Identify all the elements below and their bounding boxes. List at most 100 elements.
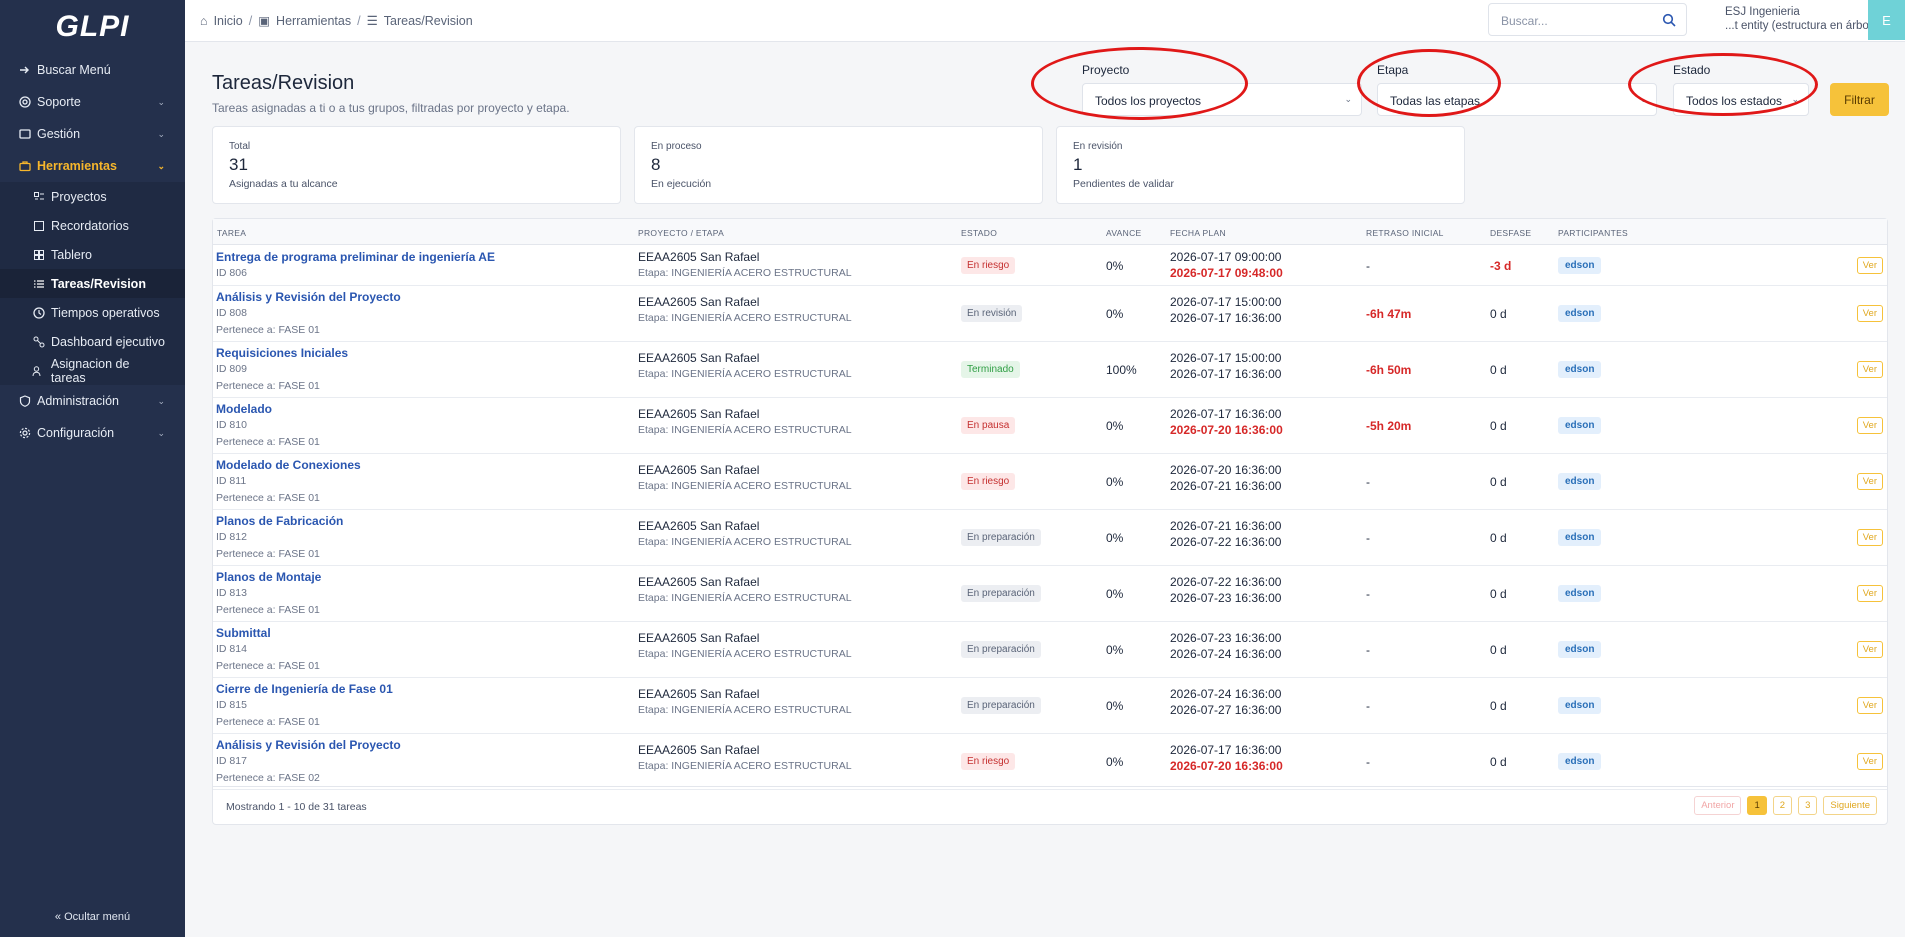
sidebar-item-asignacion-tareas[interactable]: Asignacion de tareas <box>0 356 185 385</box>
etapa-select[interactable]: Todas las etapas ⌄ <box>1377 83 1657 116</box>
task-name-link[interactable]: Análisis y Revisión del Proyecto <box>216 738 401 752</box>
status-badge: En preparación <box>961 697 1041 714</box>
view-button[interactable]: Ver <box>1856 753 1883 770</box>
participant-badge[interactable]: edson <box>1558 417 1602 434</box>
plan-date-start: 2026-07-17 15:00:00 <box>1170 295 1282 309</box>
sidebar-item-tablero[interactable]: Tablero <box>0 240 185 269</box>
participant-badge[interactable]: edson <box>1558 257 1602 274</box>
breadcrumb-home[interactable]: Inicio <box>214 14 243 28</box>
sidebar-item-buscar-menu[interactable]: Buscar Menú <box>0 54 185 86</box>
chevron-down-icon: ⌄ <box>1791 94 1799 104</box>
filter-button[interactable]: Filtrar <box>1830 83 1889 116</box>
sidebar-item-administracion[interactable]: Administración ⌄ <box>0 385 185 417</box>
page-button[interactable]: 3 <box>1798 796 1818 815</box>
plan-date-end: 2026-07-27 16:36:00 <box>1170 703 1282 717</box>
view-button[interactable]: Ver <box>1856 529 1883 546</box>
search-icon[interactable] <box>1662 13 1676 27</box>
column-header[interactable]: Participantes <box>1558 228 1628 238</box>
stat-desc: Asignadas a tu alcance <box>229 178 338 190</box>
briefcase-icon: ▣ <box>258 14 271 28</box>
column-header[interactable]: Fecha plan <box>1170 228 1226 238</box>
breadcrumb-current[interactable]: Tareas/Revision <box>384 14 473 28</box>
task-name-link[interactable]: Cierre de Ingeniería de Fase 01 <box>216 682 393 696</box>
view-button[interactable]: Ver <box>1856 361 1883 378</box>
table-row[interactable]: Modelado ID 810 Pertenece a: FASE 01 EEAA26… <box>213 398 1887 454</box>
proyecto-select[interactable]: Todos los proyectos ⌄ <box>1082 83 1362 116</box>
task-name-link[interactable]: Submittal <box>216 626 271 640</box>
task-name-link[interactable]: Modelado de Conexiones <box>216 458 361 472</box>
sidebar-item-label: Soporte <box>37 95 81 109</box>
participant-badge[interactable]: edson <box>1558 641 1602 658</box>
view-button[interactable]: Ver <box>1856 257 1883 274</box>
page-button[interactable]: 1 <box>1747 796 1767 815</box>
table-row[interactable]: Cierre de Ingeniería de Fase 01 ID 815 Per… <box>213 678 1887 734</box>
column-header[interactable]: Retraso inicial <box>1366 228 1444 238</box>
participant-badge[interactable]: edson <box>1558 305 1602 322</box>
column-header[interactable]: Tarea <box>217 228 246 238</box>
table-row[interactable]: Planos de Fabricación ID 812 Pertenece a: … <box>213 510 1887 566</box>
column-header[interactable]: Proyecto / Etapa <box>638 228 724 238</box>
sidebar-item-tiempos-operativos[interactable]: Tiempos operativos <box>0 298 185 327</box>
table-row[interactable]: Entrega de programa preliminar de ingeni… <box>213 246 1887 286</box>
breadcrumb-tools[interactable]: Herramientas <box>276 14 351 28</box>
participant-badge[interactable]: edson <box>1558 585 1602 602</box>
stat-card-en-proceso: En proceso 8 En ejecución <box>634 126 1043 204</box>
task-parent: Pertenece a: FASE 01 <box>216 548 320 560</box>
plan-date-start: 2026-07-22 16:36:00 <box>1170 575 1282 589</box>
sidebar-item-configuracion[interactable]: Configuración ⌄ <box>0 417 185 449</box>
project-name: EEAA2605 San Rafael <box>638 351 760 365</box>
breadcrumb: ⌂ Inicio / ▣ Herramientas / ☰ Tareas/Rev… <box>200 13 473 29</box>
table-row[interactable]: Modelado de Conexiones ID 811 Pertenece a:… <box>213 454 1887 510</box>
page-button[interactable]: 2 <box>1772 796 1793 815</box>
sidebar-item-gestion[interactable]: Gestión ⌄ <box>0 118 185 150</box>
stat-value: 31 <box>229 155 248 174</box>
hide-menu-button[interactable]: « Ocultar menú <box>0 911 185 923</box>
participant-badge[interactable]: edson <box>1558 361 1602 378</box>
view-button[interactable]: Ver <box>1856 585 1883 602</box>
sidebar-item-soporte[interactable]: Soporte ⌄ <box>0 86 185 118</box>
stat-card-total: Total 31 Asignadas a tu alcance <box>212 126 621 204</box>
lifebuoy-icon <box>18 96 31 109</box>
sidebar-item-proyectos[interactable]: Proyectos <box>0 182 185 211</box>
task-name-link[interactable]: Entrega de programa preliminar de ingeni… <box>216 250 495 264</box>
sidebar-item-tareas-revision[interactable]: Tareas/Revision <box>0 269 185 298</box>
view-button[interactable]: Ver <box>1856 473 1883 490</box>
table-row[interactable]: Análisis y Revisión del Proyecto ID 808 Pe… <box>213 286 1887 342</box>
sidebar-item-herramientas[interactable]: Herramientas ⌄ <box>0 150 185 182</box>
home-icon: ⌂ <box>200 13 208 28</box>
avatar[interactable]: E <box>1868 0 1905 40</box>
glpi-logo[interactable]: GLPI <box>0 0 185 54</box>
search-input[interactable]: Buscar... <box>1488 3 1687 36</box>
stat-label: En revisión <box>1073 141 1123 152</box>
view-button[interactable]: Ver <box>1856 641 1883 658</box>
task-name-link[interactable]: Modelado <box>216 402 272 416</box>
table-row[interactable]: Requisiciones Iniciales ID 809 Pertenece a… <box>213 342 1887 398</box>
column-header[interactable]: Desfase <box>1490 228 1531 238</box>
participant-badge[interactable]: edson <box>1558 473 1602 490</box>
task-name-link[interactable]: Análisis y Revisión del Proyecto <box>216 290 401 304</box>
task-name-link[interactable]: Planos de Montaje <box>216 570 321 584</box>
column-header[interactable]: Avance <box>1106 228 1142 238</box>
project-stage: Etapa: INGENIERÍA ACERO ESTRUCTURAL <box>638 267 852 279</box>
view-button[interactable]: Ver <box>1856 305 1883 322</box>
sidebar-item-label: Gestión <box>37 127 81 141</box>
initial-delay: - <box>1366 259 1370 273</box>
prev-page-button[interactable]: Anterior <box>1694 796 1742 815</box>
task-name-link[interactable]: Planos de Fabricación <box>216 514 343 528</box>
sidebar-item-recordatorios[interactable]: Recordatorios <box>0 211 185 240</box>
participant-badge[interactable]: edson <box>1558 529 1602 546</box>
table-row[interactable]: Análisis y Revisión del Proyecto ID 817 Pe… <box>213 734 1887 790</box>
task-name-link[interactable]: Requisiciones Iniciales <box>216 346 348 360</box>
table-row[interactable]: Planos de Montaje ID 813 Pertenece a: FASE… <box>213 566 1887 622</box>
sidebar-item-dashboard-ejecutivo[interactable]: Dashboard ejecutivo <box>0 327 185 356</box>
next-page-button[interactable]: Siguiente <box>1823 796 1877 815</box>
participant-badge[interactable]: edson <box>1558 753 1602 770</box>
view-button[interactable]: Ver <box>1856 417 1883 434</box>
estado-select[interactable]: Todos los estados ⌄ <box>1673 83 1809 116</box>
project-name: EEAA2605 San Rafael <box>638 743 760 757</box>
column-header[interactable]: Estado <box>961 228 997 238</box>
user-entity[interactable]: ESJ Ingenieria ...t entity (estructura e… <box>1725 5 1875 33</box>
table-row[interactable]: Submittal ID 814 Pertenece a: FASE 01 EEAA2… <box>213 622 1887 678</box>
view-button[interactable]: Ver <box>1856 697 1883 714</box>
participant-badge[interactable]: edson <box>1558 697 1602 714</box>
